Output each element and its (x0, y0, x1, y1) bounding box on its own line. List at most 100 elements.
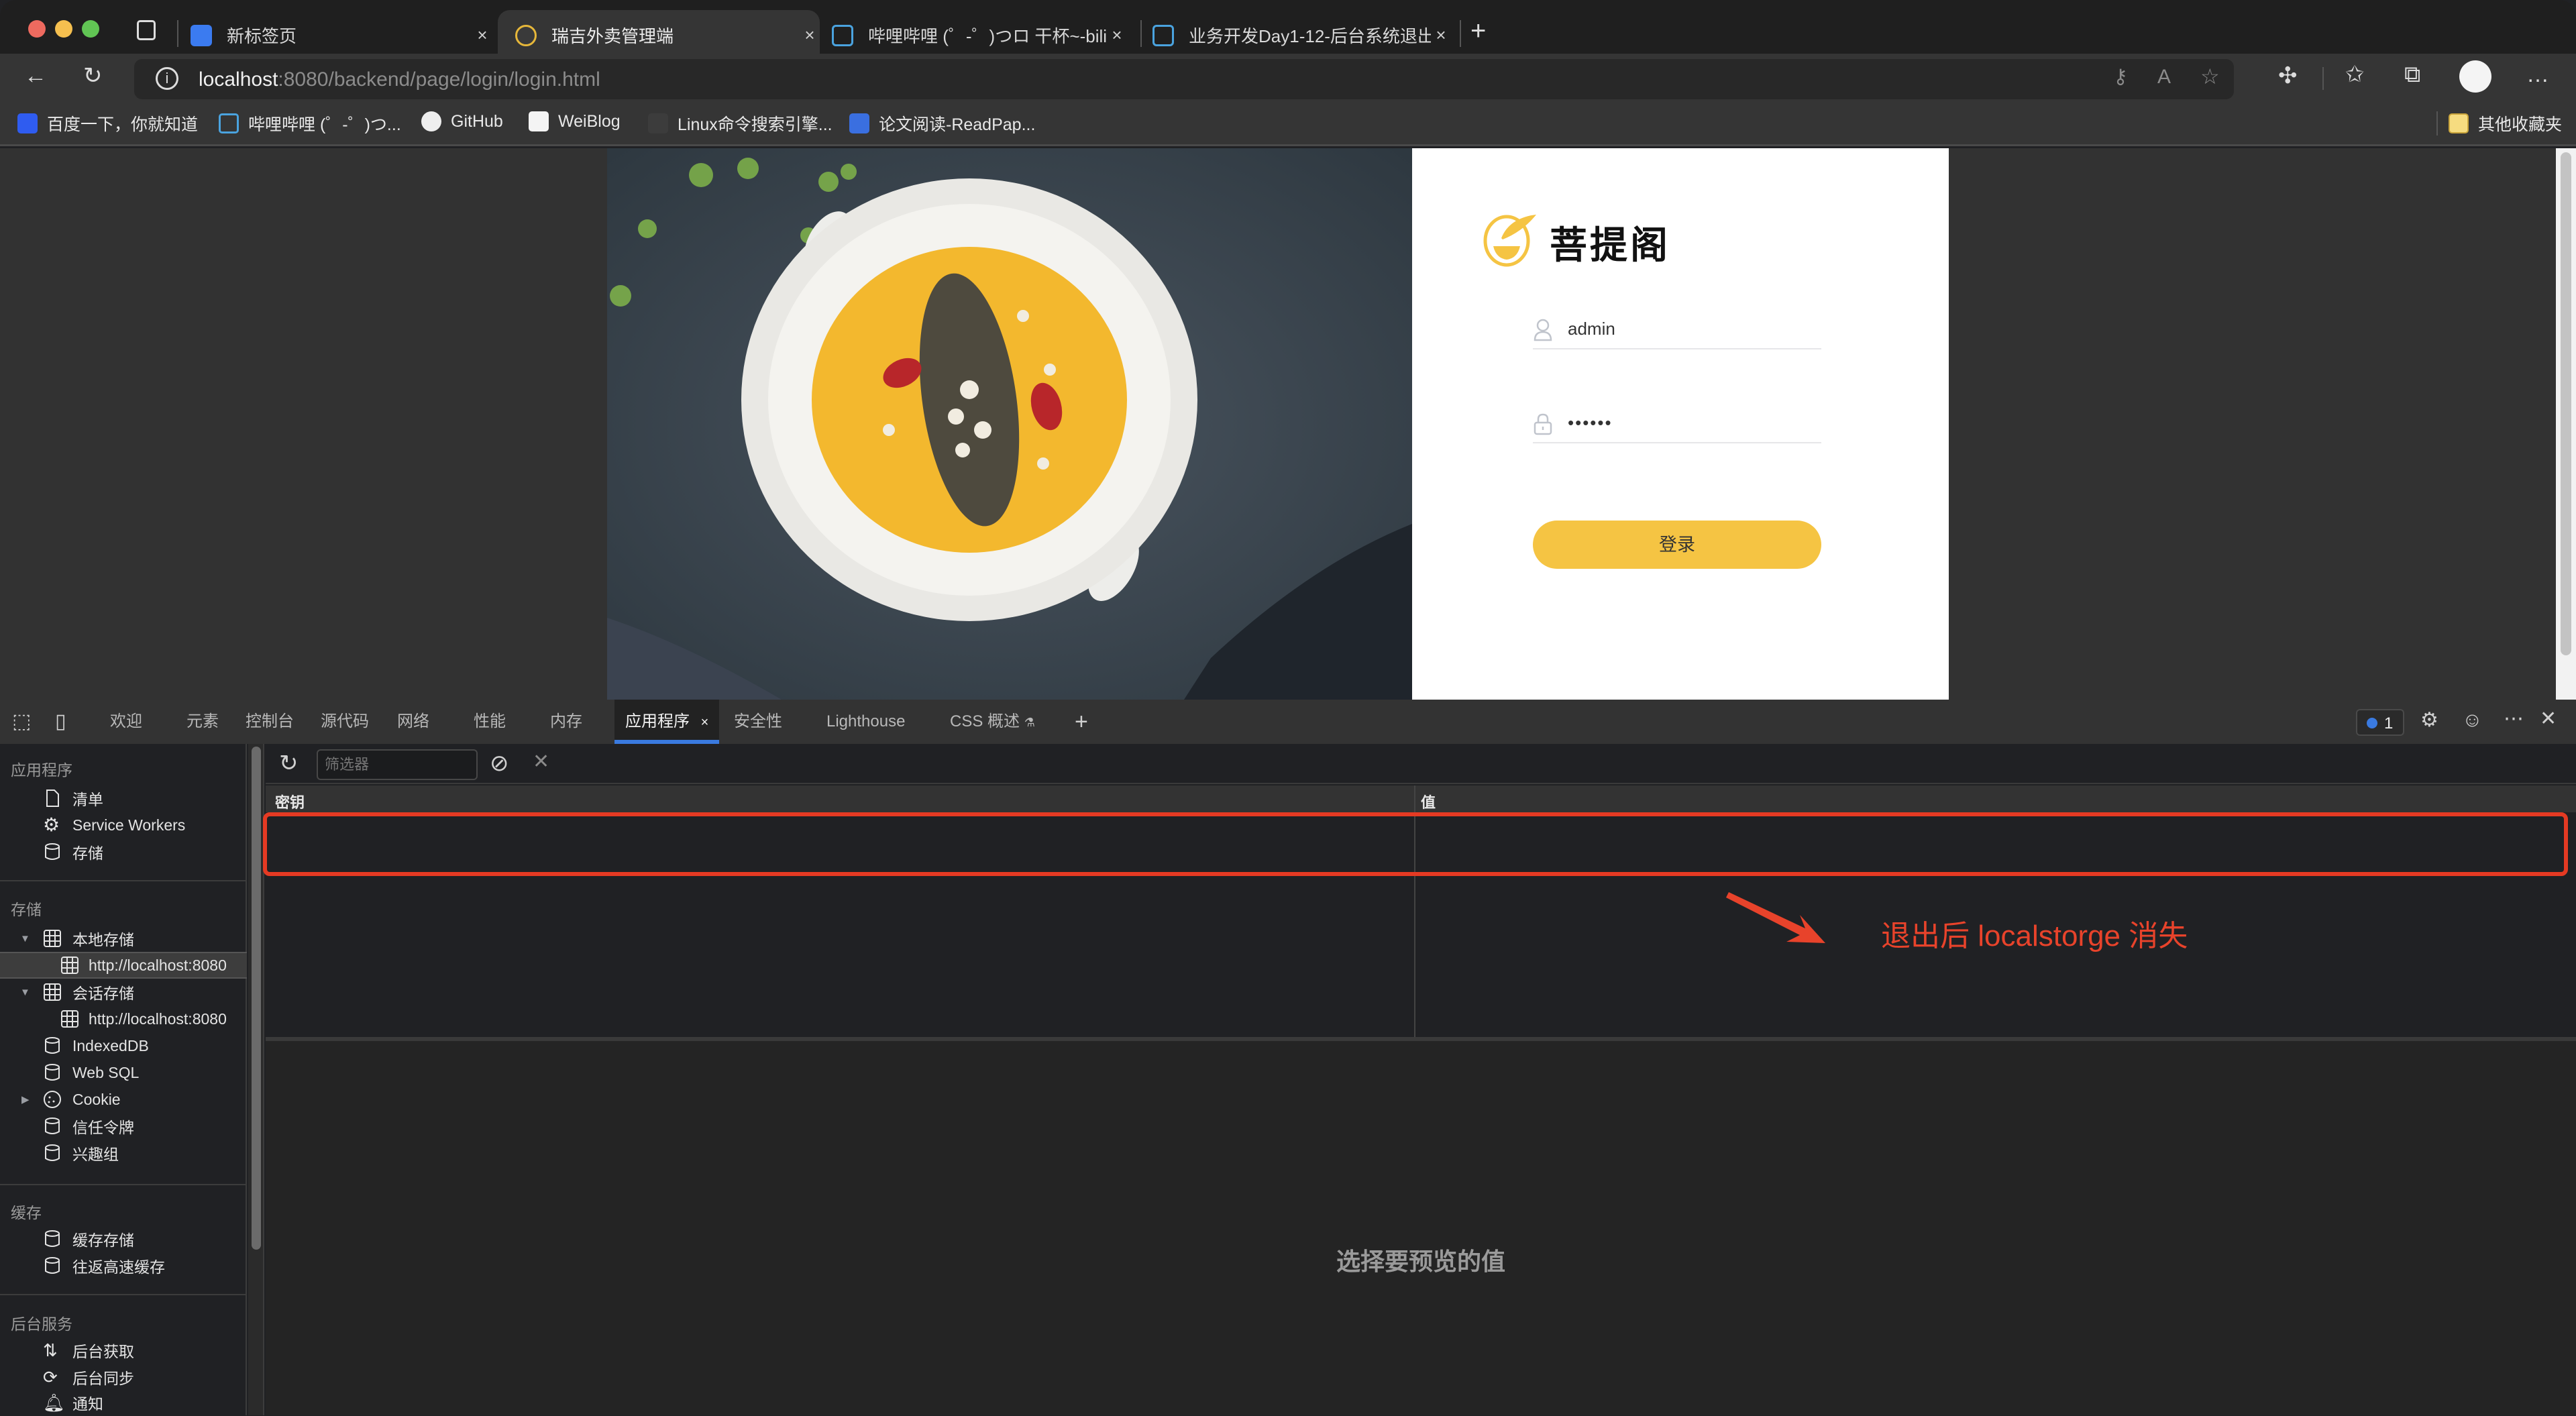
devtools-tab-lighthouse[interactable]: Lighthouse (826, 700, 905, 744)
document-icon (46, 789, 59, 807)
devtools-tab-elements[interactable]: 元素 (186, 700, 219, 744)
food-photo (607, 148, 1412, 700)
close-tab-icon[interactable]: × (1431, 25, 1451, 46)
expand-arrow-icon[interactable]: ▼ (20, 987, 30, 998)
sidebar-item-cookie[interactable]: ▶ Cookie (0, 1086, 247, 1113)
devtools-tab-network[interactable]: 网络 (397, 700, 429, 744)
experiment-flask-icon: ⚗ (1024, 716, 1035, 729)
bookmark-weiblog[interactable]: WeiBlog (529, 111, 621, 131)
sidebar-item-interest-groups[interactable]: 兴趣组 (0, 1140, 247, 1166)
bookmark-baidu[interactable]: 百度一下，你就知道 (17, 111, 198, 135)
profile-avatar[interactable] (2459, 60, 2491, 93)
devtools-tab-sources[interactable]: 源代码 (321, 700, 369, 744)
favorites-icon[interactable]: ✩ (2345, 63, 2365, 86)
bookmark-readpaper[interactable]: 论文阅读-ReadPap... (849, 111, 1035, 135)
up-down-arrows-icon: ⇅ (43, 1340, 58, 1360)
column-header-key[interactable]: 密钥 (275, 791, 305, 812)
bookmark-github[interactable]: GitHub (421, 111, 503, 131)
bookmark-linux[interactable]: Linux命令搜索引擎... (648, 111, 833, 135)
window-close-button[interactable] (28, 20, 46, 38)
table-header: 密钥 值 (266, 785, 2576, 812)
sidebar-item-session-storage[interactable]: ▼ 会话存储 (0, 979, 247, 1005)
sidebar-item-cache-storage[interactable]: 缓存存储 (0, 1226, 247, 1252)
filter-input[interactable] (317, 749, 478, 780)
address-bar[interactable]: i localhost:8080/backend/page/login/logi… (134, 59, 2234, 99)
read-aloud-icon[interactable]: A (2157, 67, 2171, 87)
devtools-tab-css-overview[interactable]: CSS 概述 ⚗ (950, 700, 1035, 744)
sidebar-item-local-storage-origin[interactable]: http://localhost:8080 (0, 952, 247, 979)
window-minimize-button[interactable] (55, 20, 72, 38)
close-devtools-icon[interactable]: ✕ (2540, 709, 2557, 729)
sidebar-item-service-workers[interactable]: ⚙ Service Workers (0, 812, 247, 838)
lock-icon (1534, 413, 1552, 435)
settings-more-icon[interactable]: … (2526, 63, 2549, 86)
sidebar-item-manifest[interactable]: 清单 (0, 785, 247, 812)
expand-arrow-icon[interactable]: ▼ (20, 933, 30, 944)
table-grid-icon (44, 983, 61, 1001)
more-tools-plus-icon[interactable]: + (1075, 710, 1088, 733)
bookmarks-bar: 百度一下，你就知道 哔哩哔哩 (゜-゜)つ... GitHub WeiBlog … (0, 102, 2576, 146)
devtools-settings-gear-icon[interactable]: ⚙ (2420, 710, 2438, 730)
username-field[interactable]: admin (1533, 316, 1821, 349)
devtools-more-icon[interactable]: ⋯ (2504, 709, 2524, 729)
tab-bilibili-video[interactable]: 业务开发Day1-12-后台系统退出功能 × (1152, 10, 1451, 60)
sidebar-item-session-storage-origin[interactable]: http://localhost:8080 (0, 1005, 247, 1032)
close-tab-icon[interactable]: × (1107, 25, 1127, 46)
database-icon (45, 843, 60, 860)
tab-reggie-admin[interactable]: 瑞吉外卖管理端 × (498, 10, 820, 60)
password-field[interactable]: •••••• (1533, 410, 1821, 443)
url-text[interactable]: localhost:8080/backend/page/login/login.… (199, 68, 600, 91)
collapse-arrow-icon[interactable]: ▶ (21, 1093, 30, 1105)
sidebar-item-web-sql[interactable]: Web SQL (0, 1059, 247, 1086)
sidebar-scrollbar[interactable] (248, 744, 264, 1415)
password-key-icon[interactable]: ⚷ (2113, 67, 2128, 87)
brand-logo-icon (1483, 215, 1536, 267)
devtools-tab-application[interactable]: 应用程序 × (614, 700, 720, 744)
devtools-tab-console[interactable]: 控制台 (246, 700, 294, 744)
collections-icon[interactable]: ⧉ (2404, 63, 2420, 86)
bilibili-icon (1152, 24, 1174, 46)
tab-actions-icon[interactable] (137, 20, 156, 40)
tab-new-tab[interactable]: 新标签页 × (191, 10, 492, 60)
delete-selected-icon[interactable]: ✕ (533, 752, 549, 772)
readpaper-icon (849, 113, 869, 133)
page-scrollbar[interactable] (2556, 148, 2576, 700)
site-info-icon[interactable]: i (156, 67, 178, 90)
bookmark-bilibili[interactable]: 哔哩哔哩 (゜-゜)つ... (219, 111, 401, 135)
device-emulation-icon[interactable]: ▯ (55, 712, 66, 732)
close-tab-icon[interactable]: × (472, 25, 492, 46)
sidebar-item-trust-tokens[interactable]: 信任令牌 (0, 1113, 247, 1140)
bilibili-icon (832, 24, 853, 46)
back-button[interactable]: ← (24, 64, 47, 87)
database-icon (45, 1064, 60, 1081)
extensions-icon[interactable]: ✣ (2278, 64, 2298, 87)
other-favorites-folder[interactable]: 其他收藏夹 (2449, 111, 2562, 135)
sidebar-item-notifications[interactable]: 🔔︎ 通知 (0, 1389, 247, 1416)
issues-badge[interactable]: 1 (2356, 709, 2404, 736)
sidebar-item-background-sync[interactable]: ⟳ 后台同步 (0, 1364, 247, 1391)
storage-pane: ↻ ⊘ ✕ 密钥 值 退出后 localstorge 消失 选择要预览的值 (263, 744, 2576, 1415)
brand-name: 菩提阁 (1550, 224, 1670, 266)
column-header-value[interactable]: 值 (1421, 791, 1436, 812)
new-tab-button[interactable]: + (1470, 17, 1486, 44)
send-feedback-icon[interactable]: ☺ (2462, 710, 2483, 730)
sidebar-item-storage[interactable]: 存储 (0, 838, 247, 865)
tab-bilibili-home[interactable]: 哔哩哔哩 (゜-゜)つロ 干杯~-bilibili × (832, 10, 1127, 60)
add-favorite-icon[interactable]: ☆ (2200, 66, 2220, 87)
inspect-element-icon[interactable]: ⬚ (12, 712, 31, 732)
close-tab-icon[interactable]: × (800, 25, 820, 46)
devtools-tab-welcome[interactable]: 欢迎 (110, 700, 142, 744)
devtools-tab-security[interactable]: 安全性 (734, 700, 782, 744)
devtools-tab-memory[interactable]: 内存 (550, 700, 582, 744)
devtools-tab-performance[interactable]: 性能 (474, 700, 506, 744)
window-zoom-button[interactable] (82, 20, 99, 38)
reload-button[interactable]: ↻ (83, 64, 103, 87)
sidebar-item-indexeddb[interactable]: IndexedDB (0, 1032, 247, 1059)
refresh-icon[interactable]: ↻ (279, 752, 299, 775)
sidebar-item-back-forward-cache[interactable]: 往返高速缓存 (0, 1252, 247, 1279)
sidebar-item-background-fetch[interactable]: ⇅ 后台获取 (0, 1337, 247, 1364)
close-tab-icon[interactable]: × (701, 715, 709, 730)
login-button[interactable]: 登录 (1533, 521, 1821, 569)
sidebar-item-local-storage[interactable]: ▼ 本地存储 (0, 925, 247, 952)
clear-all-icon[interactable]: ⊘ (490, 752, 509, 775)
